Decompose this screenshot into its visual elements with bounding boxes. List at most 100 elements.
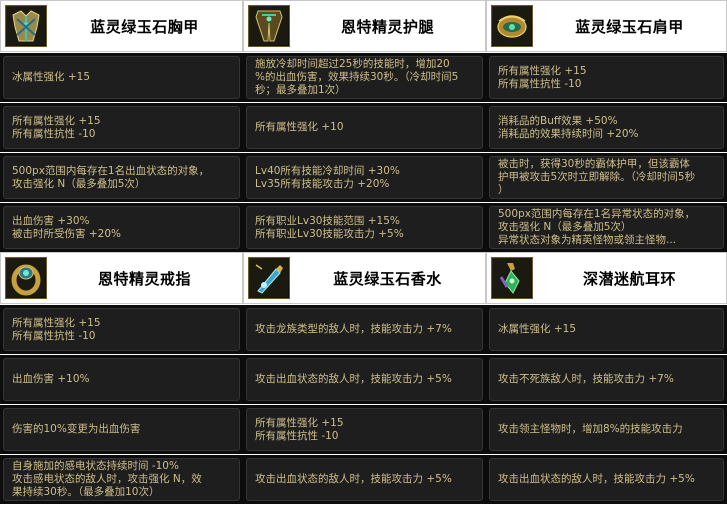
equipment-header: 蓝灵绿玉石香水 bbox=[243, 252, 486, 304]
effect-text-box: 攻击不死族敌人时，技能攻击力 +7% bbox=[489, 358, 724, 401]
earring-icon[interactable] bbox=[491, 257, 533, 299]
equipment-name: 蓝灵绿玉石香水 bbox=[333, 269, 442, 288]
effect-line: 攻击龙族类型的敌人时，技能攻击力 +7% bbox=[255, 323, 452, 335]
equipment-name: 恩特精灵戒指 bbox=[97, 269, 191, 288]
effect-line: 果持续30秒。（最多叠加10次） bbox=[12, 486, 160, 498]
effect-row: 攻击出血状态的敌人时，技能攻击力 +5% bbox=[243, 454, 486, 504]
effect-text-box: 所有属性强化 +10 bbox=[246, 106, 483, 149]
effect-line: 所有属性强化 +10 bbox=[255, 121, 344, 133]
equipment-card: 蓝灵绿玉石肩甲所有属性强化 +15 所有属性抗性 -10 消耗品的Buff效果 +5… bbox=[486, 0, 727, 252]
effect-line: 攻击感电状态的敌人时，攻击强化 N，效 bbox=[12, 473, 202, 485]
equipment-column: 蓝灵绿玉石肩甲所有属性强化 +15 所有属性抗性 -10 消耗品的Buff效果 +5… bbox=[486, 0, 727, 531]
effect-text-box: 所有属性强化 +15 所有属性抗性 -10 bbox=[3, 308, 240, 351]
effect-row: 500px范围内每存在1名出血状态的对象， 攻击强化 N（最多叠加5次） bbox=[0, 152, 243, 202]
effect-text-box: 自身施加的感电状态持续时间 -10% 攻击感电状态的敌人时，攻击强化 N，效 果持续… bbox=[3, 458, 240, 501]
equipment-header: 蓝灵绿玉石胸甲 bbox=[0, 0, 243, 52]
equipment-card: 恩特精灵护腿施放冷却时间超过25秒的技能时，增加20 %的出血伤害，效果持续30秒… bbox=[243, 0, 486, 252]
effect-line: 施放冷却时间超过25秒的技能时，增加20 bbox=[255, 58, 450, 70]
effect-row: 攻击出血状态的敌人时，技能攻击力 +5% bbox=[243, 354, 486, 404]
leg-armor-icon[interactable] bbox=[248, 5, 290, 47]
effect-text-box: 攻击出血状态的敌人时，技能攻击力 +5% bbox=[246, 358, 483, 401]
equipment-header: 恩特精灵戒指 bbox=[0, 252, 243, 304]
effect-line: 自身施加的感电状态持续时间 -10% bbox=[12, 460, 179, 472]
effect-line: 被击时，获得30秒的霸体护甲，但该霸体 bbox=[498, 158, 690, 170]
effect-line: 攻击领主怪物时，增加8%的技能攻击力 bbox=[498, 423, 683, 435]
effect-text-box: 所有属性强化 +15 所有属性抗性 -10 bbox=[246, 408, 483, 451]
ring-icon[interactable] bbox=[5, 257, 47, 299]
equipment-column: 蓝灵绿玉石胸甲冰属性强化 +15 所有属性强化 +15 所有属性抗性 -10 500p… bbox=[0, 0, 243, 531]
effect-row: 出血伤害 +30% 被击时所受伤害 +20% bbox=[0, 202, 243, 252]
effect-text-box: 500px范围内每存在1名出血状态的对象， 攻击强化 N（最多叠加5次） bbox=[3, 156, 240, 199]
effect-row: 被击时，获得30秒的霸体护甲，但该霸体 护甲被攻击5次时立即解除。（冷却时间5秒） bbox=[486, 152, 727, 202]
effect-text-box: 攻击出血状态的敌人时，技能攻击力 +5% bbox=[489, 458, 724, 501]
chest-armor-icon[interactable] bbox=[5, 5, 47, 47]
equipment-name: 恩特精灵护腿 bbox=[340, 17, 434, 36]
effect-row: 所有职业Lv30技能范围 +15% 所有职业Lv30技能攻击力 +5% bbox=[243, 202, 486, 252]
effect-line: 秒；最多叠加1次） bbox=[255, 84, 346, 96]
effect-row: 攻击龙族类型的敌人时，技能攻击力 +7% bbox=[243, 304, 486, 354]
shoulder-armor-icon[interactable] bbox=[491, 5, 533, 47]
equipment-name: 深潜迷航耳环 bbox=[582, 269, 676, 288]
effect-text-box: 消耗品的Buff效果 +50% 消耗品的效果持续时间 +20% bbox=[489, 106, 724, 149]
equipment-card: 恩特精灵戒指所有属性强化 +15 所有属性抗性 -10 出血伤害 +10% 伤害的10… bbox=[0, 252, 243, 504]
effect-row: 施放冷却时间超过25秒的技能时，增加20 %的出血伤害，效果持续30秒。（冷却时间… bbox=[243, 52, 486, 102]
effect-text-box: 攻击领主怪物时，增加8%的技能攻击力 bbox=[489, 408, 724, 451]
effect-line: Lv40所有技能冷却时间 +30% bbox=[255, 164, 400, 177]
effect-row: 攻击出血状态的敌人时，技能攻击力 +5% bbox=[486, 454, 727, 504]
effect-row: 500px范围内每存在1名异常状态的对象， 攻击强化 N（最多叠加5次） 异常状态对… bbox=[486, 202, 727, 252]
effect-text-box: 攻击出血状态的敌人时，技能攻击力 +5% bbox=[246, 458, 483, 501]
effect-line: 所有属性抗性 -10 bbox=[498, 77, 582, 90]
equipment-header: 蓝灵绿玉石肩甲 bbox=[486, 0, 727, 52]
effect-line: %的出血伤害，效果持续30秒。（冷却时间5 bbox=[255, 71, 459, 83]
effect-line: 所有属性强化 +15 bbox=[498, 64, 587, 77]
equipment-card: 蓝灵绿玉石胸甲冰属性强化 +15 所有属性强化 +15 所有属性抗性 -10 500p… bbox=[0, 0, 243, 252]
effect-line: 消耗品的效果持续时间 +20% bbox=[498, 127, 639, 140]
effect-row: 所有属性强化 +15 所有属性抗性 -10 bbox=[0, 102, 243, 152]
effect-text-box: 所有职业Lv30技能范围 +15% 所有职业Lv30技能攻击力 +5% bbox=[246, 206, 483, 249]
effect-row: 出血伤害 +10% bbox=[0, 354, 243, 404]
effect-row: 所有属性强化 +15 所有属性抗性 -10 bbox=[243, 404, 486, 454]
equipment-name: 蓝灵绿玉石肩甲 bbox=[575, 17, 684, 36]
equipment-header: 深潜迷航耳环 bbox=[486, 252, 727, 304]
equipment-header: 恩特精灵护腿 bbox=[243, 0, 486, 52]
effect-line: 伤害的10%变更为出血伤害 bbox=[12, 423, 141, 435]
effect-line: 攻击出血状态的敌人时，技能攻击力 +5% bbox=[498, 473, 695, 485]
effect-text-box: 出血伤害 +30% 被击时所受伤害 +20% bbox=[3, 206, 240, 249]
effect-line: 护甲被攻击5次时立即解除。（冷却时间5秒 bbox=[498, 171, 696, 183]
effect-line: 所有属性抗性 -10 bbox=[255, 429, 339, 442]
effect-line: 所有属性抗性 -10 bbox=[12, 329, 96, 342]
effect-line: 冰属性强化 +15 bbox=[12, 71, 90, 83]
effect-row: 攻击不死族敌人时，技能攻击力 +7% bbox=[486, 354, 727, 404]
effect-line: 异常状态对象为精英怪物或领主怪物... bbox=[498, 234, 677, 246]
effect-text-box: 施放冷却时间超过25秒的技能时，增加20 %的出血伤害，效果持续30秒。（冷却时间… bbox=[246, 56, 483, 99]
effect-line: 冰属性强化 +15 bbox=[498, 323, 576, 335]
effect-line: 攻击出血状态的敌人时，技能攻击力 +5% bbox=[255, 373, 452, 385]
equipment-column: 恩特精灵护腿施放冷却时间超过25秒的技能时，增加20 %的出血伤害，效果持续30秒… bbox=[243, 0, 486, 531]
effect-row: 所有属性强化 +15 所有属性抗性 -10 bbox=[0, 304, 243, 354]
effect-text-box: Lv40所有技能冷却时间 +30% Lv35所有技能攻击力 +20% bbox=[246, 156, 483, 199]
effect-line: 攻击强化 N（最多叠加5次） bbox=[498, 221, 632, 233]
effect-line: 所有职业Lv30技能范围 +15% bbox=[255, 214, 400, 227]
effect-text-box: 所有属性强化 +15 所有属性抗性 -10 bbox=[3, 106, 240, 149]
effect-row: 自身施加的感电状态持续时间 -10% 攻击感电状态的敌人时，攻击强化 N，效 果持续… bbox=[0, 454, 243, 504]
equipment-card: 蓝灵绿玉石香水攻击龙族类型的敌人时，技能攻击力 +7% 攻击出血状态的敌人时，技能… bbox=[243, 252, 486, 504]
effect-text-box: 冰属性强化 +15 bbox=[3, 56, 240, 99]
effect-text-box: 所有属性强化 +15 所有属性抗性 -10 bbox=[489, 56, 724, 99]
effect-line: 500px范围内每存在1名异常状态的对象， bbox=[498, 208, 696, 220]
effect-text-box: 被击时，获得30秒的霸体护甲，但该霸体 护甲被攻击5次时立即解除。（冷却时间5秒） bbox=[489, 156, 724, 199]
effect-text-box: 攻击龙族类型的敌人时，技能攻击力 +7% bbox=[246, 308, 483, 351]
effect-row: 冰属性强化 +15 bbox=[0, 52, 243, 102]
effect-row: 冰属性强化 +15 bbox=[486, 304, 727, 354]
effect-text-box: 冰属性强化 +15 bbox=[489, 308, 724, 351]
effect-text-box: 出血伤害 +10% bbox=[3, 358, 240, 401]
perfume-bottle-icon[interactable] bbox=[248, 257, 290, 299]
effect-line: ） bbox=[498, 184, 509, 196]
effect-line: 攻击强化 N（最多叠加5次） bbox=[12, 177, 146, 190]
effect-line: 消耗品的Buff效果 +50% bbox=[498, 114, 618, 127]
effect-line: 所有职业Lv30技能攻击力 +5% bbox=[255, 227, 404, 240]
effect-text-box: 500px范围内每存在1名异常状态的对象， 攻击强化 N（最多叠加5次） 异常状态对… bbox=[489, 206, 724, 249]
equipment-name: 蓝灵绿玉石胸甲 bbox=[90, 17, 199, 36]
effect-line: Lv35所有技能攻击力 +20% bbox=[255, 177, 390, 190]
effect-row: 攻击领主怪物时，增加8%的技能攻击力 bbox=[486, 404, 727, 454]
equipment-card: 深潜迷航耳环冰属性强化 +15 攻击不死族敌人时，技能攻击力 +7% 攻击领主怪物时… bbox=[486, 252, 727, 504]
